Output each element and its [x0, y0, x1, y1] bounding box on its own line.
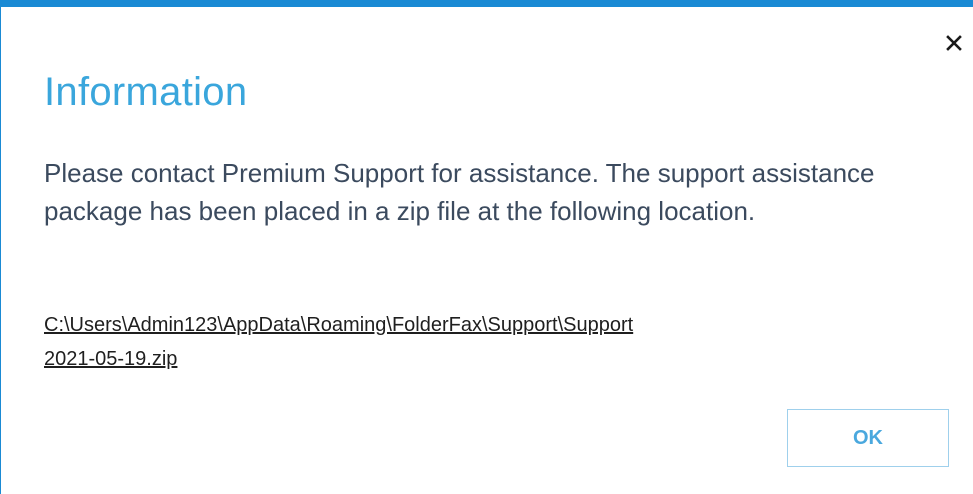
- path-line-1: C:\Users\Admin123\AppData\Roaming\Folder…: [44, 314, 634, 336]
- information-dialog: Information Please contact Premium Suppo…: [0, 0, 973, 494]
- close-icon: [946, 35, 962, 51]
- dialog-title: Information: [44, 70, 248, 114]
- ok-button[interactable]: OK: [787, 409, 949, 467]
- close-button[interactable]: [941, 30, 967, 56]
- top-accent-bar: [1, 0, 973, 7]
- support-zip-path-link[interactable]: C:\Users\Admin123\AppData\Roaming\Folder…: [44, 308, 924, 376]
- path-line-2: 2021-05-19.zip: [44, 348, 178, 370]
- dialog-message: Please contact Premium Support for assis…: [44, 158, 875, 226]
